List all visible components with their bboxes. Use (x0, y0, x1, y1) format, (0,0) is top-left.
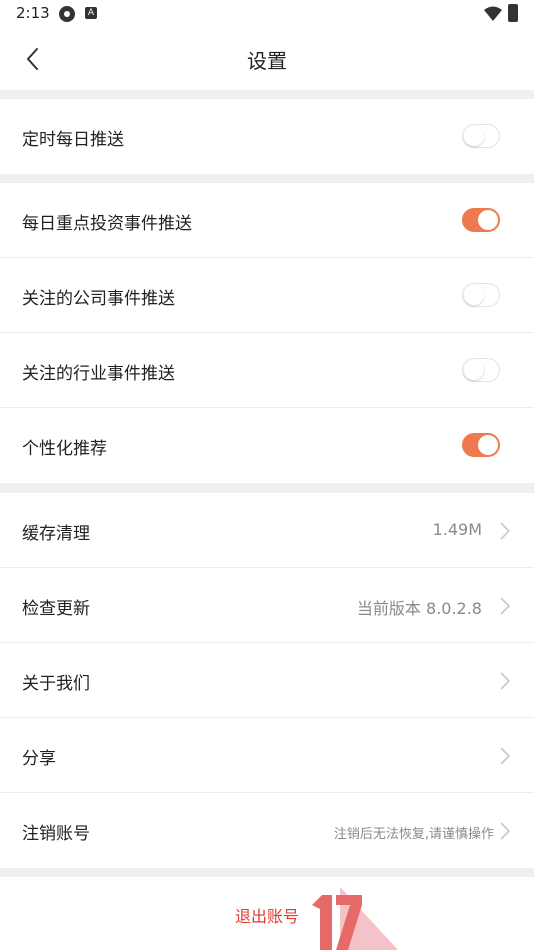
watermark-logo (312, 887, 398, 950)
company-push-toggle[interactable] (462, 283, 500, 307)
daily-push-toggle[interactable] (462, 124, 500, 148)
logout-bar: 退出账号 (0, 877, 534, 950)
toggle-knob (464, 285, 484, 305)
setting-label: 检查更新 (22, 599, 90, 619)
chevron-right-icon (500, 597, 511, 615)
setting-row-update[interactable]: 检查更新 当前版本 8.0.2.8 (0, 568, 534, 643)
chevron-right-icon (500, 747, 511, 765)
personalized-toggle[interactable] (462, 433, 500, 457)
notification-a-icon: A (85, 7, 97, 19)
setting-row-company-push: 关注的公司事件推送 (0, 258, 534, 333)
setting-label: 缓存清理 (22, 524, 90, 544)
page-title: 设置 (247, 49, 287, 73)
nav-bar: 设置 (0, 28, 534, 90)
setting-row-daily-push: 定时每日推送 (0, 99, 534, 174)
battery-icon (508, 4, 518, 22)
toggle-knob (464, 360, 484, 380)
setting-label: 关注的公司事件推送 (22, 289, 175, 309)
setting-label: 关于我们 (22, 674, 90, 694)
setting-row-share[interactable]: 分享 (0, 718, 534, 793)
cache-size-value: 1.49M (432, 520, 482, 539)
version-value: 当前版本 8.0.2.8 (356, 599, 482, 618)
status-bar: 2:13 A (0, 0, 534, 28)
general-settings-group: 缓存清理 1.49M 检查更新 当前版本 8.0.2.8 关于我们 分享 注销账… (0, 493, 534, 868)
deactivate-warning: 注销后无法恢复,请谨慎操作 (333, 827, 494, 842)
chevron-right-icon (500, 522, 511, 540)
setting-label: 定时每日推送 (22, 130, 124, 150)
setting-row-personalized: 个性化推荐 (0, 408, 534, 483)
wifi-icon (484, 6, 502, 21)
toggle-knob (464, 126, 484, 146)
setting-row-deactivate[interactable]: 注销账号 注销后无法恢复,请谨慎操作 (0, 793, 534, 868)
industry-push-toggle[interactable] (462, 358, 500, 382)
setting-row-about[interactable]: 关于我们 (0, 643, 534, 718)
setting-label: 注销账号 (22, 824, 90, 844)
setting-row-investment-push: 每日重点投资事件推送 (0, 183, 534, 258)
setting-label: 每日重点投资事件推送 (22, 214, 192, 234)
toggle-knob (478, 435, 498, 455)
push-options-group: 每日重点投资事件推送 关注的公司事件推送 关注的行业事件推送 个性化推荐 (0, 183, 534, 483)
push-schedule-group: 定时每日推送 (0, 99, 534, 174)
setting-row-cache[interactable]: 缓存清理 1.49M (0, 493, 534, 568)
setting-label: 个性化推荐 (22, 439, 107, 459)
status-time: 2:13 (16, 4, 50, 22)
setting-label: 分享 (22, 749, 56, 769)
chevron-right-icon (500, 822, 511, 840)
setting-row-industry-push: 关注的行业事件推送 (0, 333, 534, 408)
sync-icon (59, 6, 75, 22)
logout-button[interactable]: 退出账号 (0, 903, 534, 927)
chevron-right-icon (500, 672, 511, 690)
setting-label: 关注的行业事件推送 (22, 364, 175, 384)
investment-push-toggle[interactable] (462, 208, 500, 232)
toggle-knob (478, 210, 498, 230)
